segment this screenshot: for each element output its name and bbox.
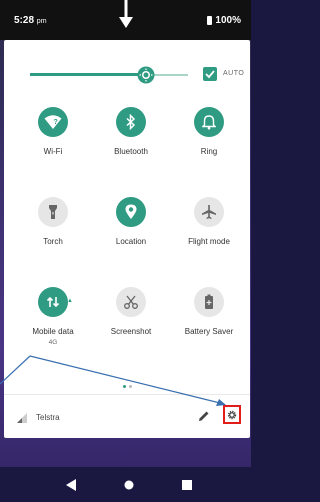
brightness-track-rest bbox=[152, 74, 188, 76]
screenshot-icon bbox=[116, 287, 146, 317]
home-icon[interactable] bbox=[122, 479, 136, 491]
back-icon[interactable] bbox=[64, 479, 78, 491]
battery-icon bbox=[207, 16, 213, 25]
swipe-down-arrow-icon bbox=[119, 0, 133, 28]
battery-percent: 100% bbox=[215, 15, 241, 26]
page-dot bbox=[129, 385, 132, 388]
brightness-slider[interactable] bbox=[28, 63, 188, 87]
airplane-icon bbox=[194, 197, 224, 227]
tile-mobile-data[interactable]: Mobile data 4G bbox=[18, 287, 88, 346]
mobile-data-icon bbox=[38, 287, 68, 317]
svg-text:?: ? bbox=[54, 119, 58, 126]
auto-brightness-checkbox[interactable] bbox=[203, 67, 217, 81]
location-pin-icon bbox=[116, 197, 146, 227]
footer-divider bbox=[4, 394, 250, 395]
tile-torch[interactable]: Torch bbox=[18, 197, 88, 246]
tile-location[interactable]: Location bbox=[96, 197, 166, 246]
battery-status: 100% bbox=[207, 15, 241, 26]
navigation-bar bbox=[0, 467, 251, 502]
data-activity-icon: ▲ bbox=[67, 298, 73, 304]
quick-settings-panel: AUTO ? Wi-Fi Bluetooth Ring Torch Locati… bbox=[4, 40, 250, 438]
tile-label: Ring bbox=[200, 147, 218, 156]
settings-button[interactable] bbox=[223, 405, 241, 424]
tile-label: Torch bbox=[43, 237, 63, 246]
page-dot-active bbox=[123, 385, 126, 388]
tile-screenshot[interactable]: Screenshot bbox=[96, 287, 166, 336]
tile-label: Wi-Fi bbox=[43, 147, 63, 156]
tile-battery-saver[interactable]: Battery Saver bbox=[174, 287, 244, 336]
tile-bluetooth[interactable]: Bluetooth bbox=[96, 107, 166, 156]
flashlight-icon bbox=[38, 197, 68, 227]
tile-wifi[interactable]: ? Wi-Fi bbox=[18, 107, 88, 156]
wifi-icon: ? bbox=[38, 107, 68, 137]
recents-icon[interactable] bbox=[180, 479, 194, 491]
tile-ring[interactable]: Ring bbox=[174, 107, 244, 156]
tile-label: Flight mode bbox=[188, 237, 230, 246]
battery-icon bbox=[194, 287, 224, 317]
brightness-thumb-icon[interactable] bbox=[136, 65, 156, 85]
gear-icon bbox=[227, 410, 237, 419]
tile-sublabel: 4G bbox=[48, 339, 58, 346]
bell-icon bbox=[194, 107, 224, 137]
tile-label: Battery Saver bbox=[184, 327, 234, 336]
page-indicator bbox=[123, 375, 135, 388]
brightness-track-filled bbox=[30, 73, 142, 76]
signal-strength-icon bbox=[17, 413, 27, 423]
bluetooth-icon bbox=[116, 107, 146, 137]
tile-label: Bluetooth bbox=[114, 147, 148, 156]
tile-label: Location bbox=[115, 237, 147, 246]
tile-label: Mobile data bbox=[32, 327, 74, 336]
status-time: 5:28 pm bbox=[14, 15, 47, 26]
checkmark-icon bbox=[205, 70, 215, 79]
tile-label: Screenshot bbox=[110, 327, 152, 336]
edit-pencil-icon[interactable] bbox=[197, 409, 211, 423]
tile-flight-mode[interactable]: Flight mode bbox=[174, 197, 244, 246]
carrier-name: Telstra bbox=[36, 413, 60, 422]
auto-brightness-label: AUTO bbox=[223, 70, 245, 77]
